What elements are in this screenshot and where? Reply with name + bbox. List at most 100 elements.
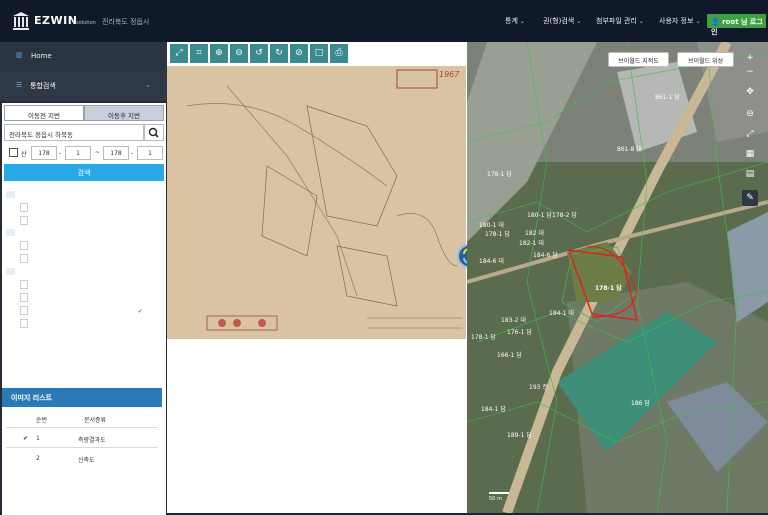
nav-statistics[interactable]: 통계 ⌄	[505, 16, 525, 26]
nav-attachment-management[interactable]: 첨부파일 관리 ⌄	[596, 16, 644, 26]
parcel-label: 182 대	[525, 230, 544, 237]
nav-user-info[interactable]: 사용자 정보 ⌄	[659, 16, 700, 26]
square-icon[interactable]: □	[310, 44, 328, 63]
sidebar-item-label: Home	[31, 52, 52, 60]
image-list-header: 순번 문서종류	[6, 410, 158, 428]
minus-circle-icon[interactable]: ⊖	[742, 106, 758, 122]
range-separator: ~	[95, 149, 101, 156]
document-icon	[20, 254, 28, 263]
chevron-down-icon: ⌄	[145, 81, 151, 89]
login-button[interactable]: 👤 root 님 로그인	[707, 14, 766, 36]
parcel-label: 182-1 대	[519, 240, 544, 247]
tab-before-move-jibun[interactable]: 이동전 지번	[4, 105, 84, 121]
vworld-cadastral-button[interactable]: 브이월드 지적도	[608, 52, 669, 67]
survey-document-image[interactable]: 1967	[167, 66, 466, 339]
tree-item-selected[interactable]: 178-1→178-1 (1983.06.17 분할) ✓	[20, 306, 145, 318]
tree-label: 178-1 (1992.02.28)	[31, 243, 96, 250]
brand-name: EZWIN	[34, 14, 78, 27]
crop-icon[interactable]: ⌗	[190, 44, 208, 63]
tree-label: 측량결과도	[18, 269, 46, 276]
document-icon	[20, 293, 28, 302]
document-icon	[20, 306, 28, 315]
sidebar-item-integrated-search[interactable]: ☰ 통합검색 ⌄	[0, 71, 167, 101]
nav-label: 권(형)검색	[543, 17, 575, 25]
chevron-down-icon: ⌄	[695, 18, 701, 25]
dash-separator: -	[131, 150, 134, 157]
menu-icon: ☰	[16, 81, 23, 89]
tools-icon[interactable]: ✎	[742, 190, 758, 206]
rotate-left-icon[interactable]: ↺	[250, 44, 268, 63]
dash-separator: -	[59, 150, 62, 157]
mountain-label: 산	[21, 151, 27, 158]
ezwin-logo-icon	[12, 11, 30, 31]
parcel-label: 184-1 대	[549, 310, 574, 317]
table-row[interactable]: 2 신축도	[6, 450, 158, 468]
measure-area-icon[interactable]: ▦	[742, 146, 758, 162]
tree-item[interactable]: 178-1 (카드 토지대장)	[20, 216, 93, 228]
parcel-label: 180-1 답	[527, 212, 552, 219]
tree-label: 면적측정부	[18, 230, 46, 237]
tree-folder-area-measurement[interactable]: 면적측정부	[6, 228, 46, 240]
grid-icon[interactable]: ▤	[742, 166, 758, 182]
rotate-right-icon[interactable]: ↻	[270, 44, 288, 63]
region-name: 전라북도 정읍시	[102, 18, 150, 26]
nav-volume-search[interactable]: 권(형)검색 ⌄	[543, 16, 581, 26]
zoom-in-icon[interactable]: ⊕	[210, 44, 228, 63]
parcel-label: 180-1 대	[479, 222, 504, 229]
sidebar-item-home[interactable]: ▥ Home	[0, 42, 167, 71]
document-icon	[20, 216, 28, 225]
document-icon	[20, 280, 28, 289]
tree-item[interactable]: 178-1 (부책 토지대장)	[20, 203, 93, 215]
tree-item[interactable]: 178-1→178-1 (1965.02.24 분할)	[20, 293, 133, 305]
satellite-map[interactable]: 브이월드 지적도 브이월드 위성 178-1 답 861-1 답 861-8 대…	[467, 42, 768, 513]
image-list-panel: 이미지 리스트 순번 문서종류 ✔ 1 측량결과도 2 신축도	[2, 388, 162, 510]
tree-folder-land-register[interactable]: 토지대장	[6, 190, 40, 202]
top-navigation-bar: EZWIN solution 전라북도 정읍시 통계 ⌄ 권(형)검색 ⌄ 첨부파일…	[0, 0, 768, 42]
document-viewer: ⤢ ⌗ ⊕ ⊖ ↺ ↻ ⊘ □ ⎙ 1967	[167, 42, 467, 513]
jibun-to-sub-input[interactable]: 1	[137, 146, 163, 160]
parcel-label: 193 전	[529, 384, 548, 391]
mountain-checkbox[interactable]	[9, 148, 18, 157]
column-header: 문서종류	[84, 417, 107, 424]
jibun-to-main-input[interactable]: 178	[103, 146, 129, 160]
tree-item[interactable]: 178-1 (1992.02.28)	[20, 241, 96, 253]
check-icon: ✓	[136, 308, 145, 316]
search-icon	[148, 127, 159, 138]
nav-label: 통계	[505, 17, 518, 25]
parcel-label: 184-6 대	[479, 258, 504, 265]
tree-item[interactable]: 178-1→178-1 (1963.11.13 분할)	[20, 280, 133, 292]
jibun-from-sub-input[interactable]: 1	[65, 146, 91, 160]
parcel-label: 176-1 답	[507, 329, 532, 336]
print-icon[interactable]: ⎙	[330, 44, 348, 63]
tree-folder-survey-result[interactable]: 측량결과도	[6, 267, 46, 279]
row-doc-type: 측량결과도	[78, 437, 106, 444]
document-year: 1967	[439, 70, 460, 79]
search-submit-button[interactable]: 검색	[4, 164, 164, 181]
jibun-from-main-input[interactable]: 178	[31, 146, 57, 160]
search-button[interactable]	[144, 124, 164, 141]
folder-icon	[6, 268, 15, 275]
table-row[interactable]: ✔ 1 측량결과도	[6, 430, 158, 448]
zoom-out-icon[interactable]: ⊖	[230, 44, 248, 63]
parcel-label: 861-8 대	[617, 146, 642, 153]
selected-parcel-label: 178-1 답	[595, 285, 622, 292]
parcel-label: 184-1 답	[481, 406, 506, 413]
tree-item[interactable]: 178-1 (1983.06.20)	[20, 254, 96, 266]
address-search-input[interactable]: 전라북도 정읍시 하북동	[4, 124, 144, 141]
pan-icon[interactable]: ✥	[742, 84, 758, 100]
row-doc-type: 신축도	[78, 457, 95, 464]
zoom-out-icon[interactable]: −	[742, 64, 758, 80]
tree-item[interactable]: 178-1→178-1 (1992.02.22 분할)	[20, 319, 133, 331]
vworld-satellite-button[interactable]: 브이월드 위성	[677, 52, 734, 67]
tab-after-move-jibun[interactable]: 이동후 지번	[84, 105, 164, 121]
tree-label: 178-1 (1983.06.20)	[31, 256, 96, 263]
scale-bar-label: 50 m	[489, 496, 502, 502]
fit-icon[interactable]: ⤢	[170, 44, 188, 63]
map-icon: ▥	[16, 51, 23, 59]
measure-distance-icon[interactable]: ⤢	[742, 126, 758, 142]
nav-label: 사용자 정보	[659, 17, 694, 25]
parcel-label: 861-1 답	[655, 94, 680, 101]
block-icon[interactable]: ⊘	[290, 44, 308, 63]
chevron-down-icon: ⌄	[519, 18, 525, 25]
parcel-label: 178-2 답	[552, 212, 577, 219]
